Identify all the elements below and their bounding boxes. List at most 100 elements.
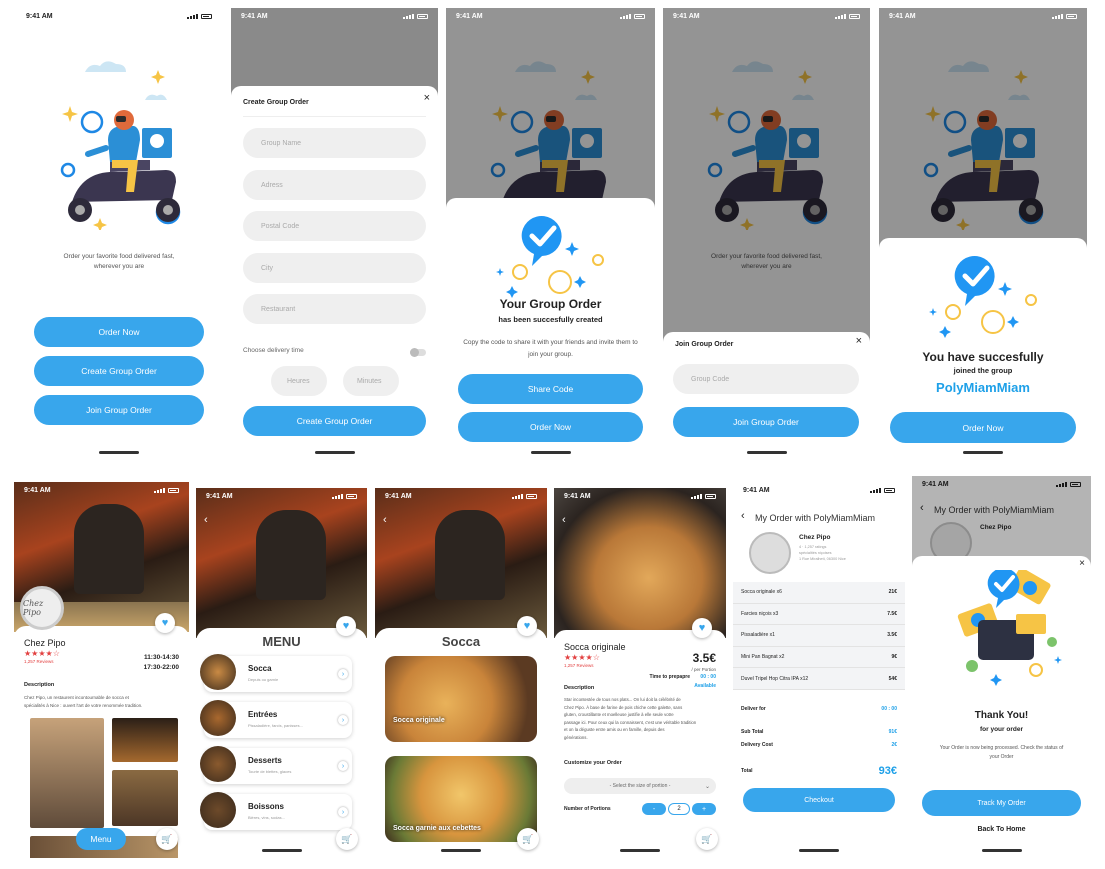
category-subtitle: Tourte de blettes, glaces (248, 769, 292, 774)
rating-stars: ★★★★☆ (564, 653, 600, 662)
description-title: Description (564, 685, 595, 691)
status-bar: 9:41 AM (375, 488, 547, 504)
product-price: 3.5€ (692, 651, 716, 665)
thank-you-title: Thank You! (974, 710, 1029, 721)
home-indicator (530, 451, 571, 454)
city-field[interactable]: City (243, 253, 426, 283)
order-now-button[interactable]: Order Now (458, 412, 643, 442)
decrement-button[interactable]: - (642, 803, 666, 815)
create-group-submit-button[interactable]: Create Group Order (243, 406, 426, 436)
thank-you-subtitle: for your order (980, 726, 1023, 733)
adress-field[interactable]: Adress (243, 170, 426, 200)
thank-you-sheet: × Thank You! for your order Your Order i… (912, 556, 1091, 858)
create-group-order-button[interactable]: Create Group Order (34, 356, 204, 386)
group-name-field[interactable]: Group Name (243, 128, 426, 158)
page-title: My Order with PolyMiamMiam (755, 513, 876, 523)
cart-icon[interactable]: 🛒 (517, 828, 539, 850)
joined-line2: joined the group (953, 366, 1013, 375)
favorite-heart-icon[interactable]: ♥ (517, 616, 537, 636)
chevron-right-icon[interactable]: › (338, 715, 348, 725)
share-code-button[interactable]: Share Code (458, 374, 643, 404)
sheet-title: Create Group Order (243, 99, 309, 106)
delivery-toggle[interactable] (410, 348, 426, 357)
thank-you-body: Your Order is now being processed. Check… (939, 745, 1064, 760)
category-name: Entrées (248, 710, 278, 719)
close-icon[interactable]: × (1079, 558, 1085, 569)
menu-button[interactable]: Menu (76, 828, 126, 850)
status-bar: 9:41 AM (14, 482, 189, 498)
divider (243, 116, 426, 117)
home-indicator (314, 451, 355, 454)
cart-icon[interactable]: 🛒 (336, 828, 358, 850)
order-now-button[interactable]: Order Now (34, 317, 204, 347)
description-text: Chez Pipo, un restaurent incontournable … (24, 695, 143, 708)
tagline: Order your favorite food delivered fast,… (63, 253, 175, 270)
restaurant-photo (196, 488, 367, 638)
checkout-button[interactable]: Checkout (743, 788, 895, 812)
restaurant-info: 4 · 1,257 ratings spécialités niçoises 1… (799, 545, 846, 561)
hours-field[interactable]: Heures (271, 366, 327, 396)
order-line: Mini Pan Bagnat x2 9€ (733, 647, 905, 669)
favorite-heart-icon[interactable]: ♥ (155, 613, 175, 633)
track-order-button[interactable]: Track My Order (922, 790, 1081, 816)
my-order-screen: 9:41 AM ‹ My Order with PolyMiamMiam Che… (733, 482, 905, 858)
home-indicator (963, 451, 1003, 454)
category-subtitle: Depuis ou garnie (248, 677, 279, 682)
joined-sheet: You have succesfully joined the group Po… (879, 238, 1087, 460)
back-icon[interactable]: ‹ (562, 514, 566, 526)
join-group-submit-button[interactable]: Join Group Order (673, 407, 859, 437)
back-icon[interactable]: ‹ (741, 510, 745, 522)
status-icons (835, 13, 860, 19)
status-icons (332, 493, 357, 499)
chevron-right-icon[interactable]: › (338, 761, 348, 771)
create-group-screen: 9:41 AM Create Group Order × Group Name … (231, 8, 438, 460)
minutes-field[interactable]: Minutes (343, 366, 399, 396)
category-image (200, 700, 236, 736)
welcome-screen: 9:41 AM Order your favorite food deliver… (16, 8, 222, 460)
group-code-field[interactable]: Group Code (673, 364, 859, 394)
category-name: Boissons (248, 802, 285, 811)
status-bar: 9:41 AM (879, 8, 1087, 24)
category-item-entres[interactable]: Entrées Pissaladière, farcis, panisses...… (200, 700, 352, 738)
category-name: Desserts (248, 756, 282, 765)
portion-size-select[interactable]: - Select the size of portion - ⌄ (564, 778, 716, 794)
success-chat-icon (490, 212, 610, 302)
chevron-down-icon: ⌄ (704, 783, 710, 790)
increment-button[interactable]: + (692, 803, 716, 815)
favorite-heart-icon[interactable]: ♥ (692, 618, 712, 638)
chevron-right-icon[interactable]: › (338, 807, 348, 817)
group-name: PolyMiamMiam (936, 380, 1030, 395)
back-icon[interactable]: ‹ (204, 514, 208, 526)
dish-card[interactable]: Socca garnie aux cebettes (385, 756, 537, 842)
cart-icon[interactable]: 🛒 (696, 828, 718, 850)
category-title: Socca (441, 634, 481, 649)
postal-code-field[interactable]: Postal Code (243, 211, 426, 241)
back-icon[interactable]: ‹ (383, 514, 387, 526)
create-group-sheet: Create Group Order × Group Name Adress P… (231, 86, 438, 460)
close-icon[interactable]: × (856, 335, 862, 347)
info-card: Chez Pipo ★★★★☆ 1,257 Reviews 11:30-14:3… (14, 626, 189, 858)
deliver-for-row: Deliver for 00 : 00 (741, 706, 897, 712)
home-indicator (981, 849, 1022, 852)
availability-status: Available (694, 683, 716, 689)
joined-line1: You have succesfully (922, 350, 1044, 364)
category-item-socca[interactable]: Socca Depuis ou garnie › (200, 654, 352, 692)
restaurant-name: Chez Pipo (24, 638, 66, 648)
cart-icon[interactable]: 🛒 (156, 828, 178, 850)
status-icons (154, 487, 179, 493)
join-group-order-button[interactable]: Join Group Order (34, 395, 204, 425)
status-icons (403, 13, 428, 19)
favorite-heart-icon[interactable]: ♥ (336, 616, 356, 636)
delivery-time-label: Choose delivery time (243, 347, 304, 354)
socca-card: Socca Socca originale Socca garnie aux c… (375, 628, 547, 858)
order-now-button[interactable]: Order Now (890, 412, 1076, 443)
dish-card[interactable]: Socca originale (385, 656, 537, 742)
category-subtitle: Bières, vins, sodas... (248, 815, 285, 820)
chevron-right-icon[interactable]: › (338, 669, 348, 679)
category-item-desserts[interactable]: Desserts Tourte de blettes, glaces › (200, 746, 352, 784)
status-icons (1052, 13, 1077, 19)
category-item-boissons[interactable]: Boissons Bières, vins, sodas... › (200, 792, 352, 830)
back-to-home-link[interactable]: Back To Home (912, 826, 1091, 833)
close-icon[interactable]: × (424, 92, 430, 104)
restaurant-field[interactable]: Restaurant (243, 294, 426, 324)
